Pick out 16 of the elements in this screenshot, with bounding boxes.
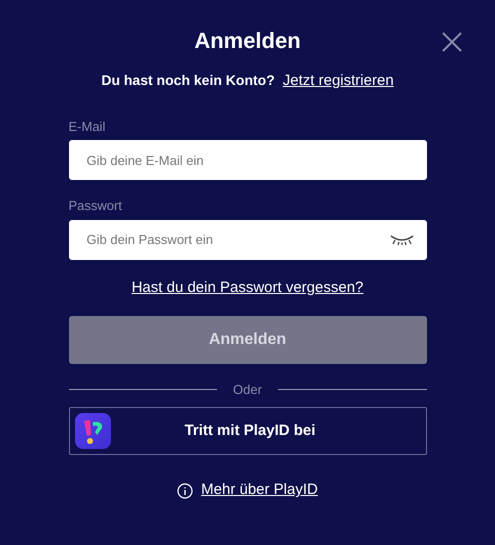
forgot-password-link[interactable]: Hast du dein Passwort vergessen? xyxy=(132,278,364,296)
info-icon xyxy=(177,482,194,499)
closed-eye-icon[interactable] xyxy=(388,234,414,246)
password-field[interactable]: Gib dein Passwort ein xyxy=(68,220,426,260)
more-about-playid-link[interactable]: Mehr über PlayID xyxy=(201,479,318,502)
dialog-title: Anmelden xyxy=(193,27,302,54)
signup-prompt: Du hast noch kein Konto? xyxy=(101,71,275,90)
field-label: E-Mail xyxy=(68,118,106,136)
close-button[interactable] xyxy=(440,30,462,52)
playid-logo-icon xyxy=(74,413,110,450)
playid-button[interactable]: Tritt mit PlayID bei xyxy=(68,407,426,456)
email-field[interactable]: Gib deine E-Mail ein xyxy=(68,140,426,180)
close-icon xyxy=(440,30,462,53)
divider-label: Oder xyxy=(233,380,262,399)
field-label: Passwort xyxy=(68,197,123,216)
register-link[interactable]: Jetzt registrieren xyxy=(282,70,394,93)
